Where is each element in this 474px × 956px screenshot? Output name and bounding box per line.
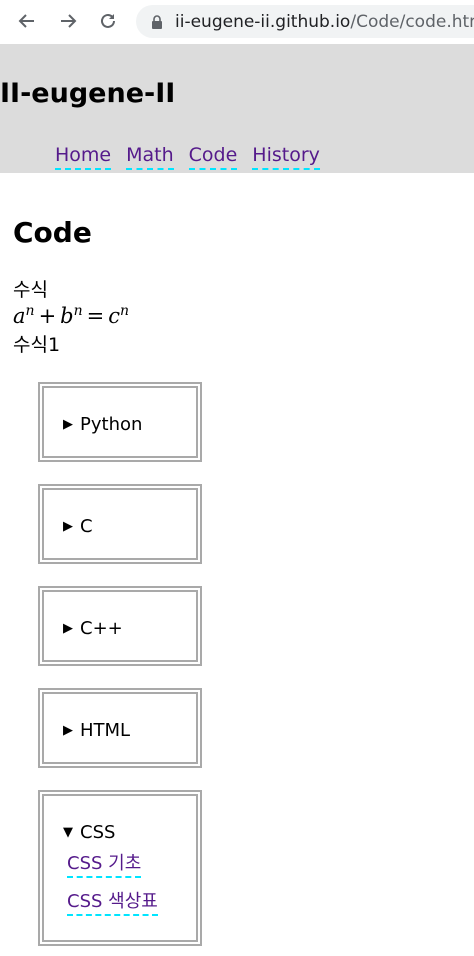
details-css: ▼ CSS CSS 기초 CSS 색상표 bbox=[38, 790, 202, 946]
url-host: ii-eugene-ii.github.io bbox=[175, 11, 351, 32]
summary-label: CSS bbox=[80, 822, 116, 843]
summary-label: C++ bbox=[80, 618, 123, 639]
triangle-right-icon: ▶ bbox=[63, 621, 73, 636]
url-text: ii-eugene-ii.github.io/Code/code.html bbox=[175, 12, 474, 32]
details-c: ▶ C bbox=[38, 484, 202, 564]
page-title: Code bbox=[13, 216, 92, 249]
nav-link-code[interactable]: Code bbox=[188, 142, 238, 170]
summary-label: HTML bbox=[80, 720, 131, 741]
triangle-down-icon: ▼ bbox=[63, 825, 73, 840]
triangle-right-icon: ▶ bbox=[63, 723, 73, 738]
browser-toolbar: ii-eugene-ii.github.io/Code/code.html bbox=[0, 0, 474, 44]
nav-link-history[interactable]: History bbox=[252, 142, 320, 170]
link-css-color-table[interactable]: CSS 색상표 bbox=[67, 890, 158, 916]
lock-icon bbox=[149, 14, 165, 30]
forward-arrow-icon[interactable] bbox=[55, 8, 81, 34]
site-header: II-eugene-II Home Math Code History bbox=[0, 44, 474, 173]
details-cpp: ▶ C++ bbox=[38, 586, 202, 666]
reload-icon[interactable] bbox=[95, 8, 121, 34]
summary-c[interactable]: ▶ C bbox=[63, 515, 93, 539]
formula1-label: 수식1 bbox=[13, 334, 61, 356]
summary-python[interactable]: ▶ Python bbox=[63, 413, 142, 437]
nav-link-math[interactable]: Math bbox=[126, 142, 174, 170]
summary-label: C bbox=[80, 516, 93, 537]
summary-css[interactable]: ▼ CSS bbox=[63, 821, 115, 845]
link-css-basics[interactable]: CSS 기초 bbox=[67, 852, 142, 878]
site-title: II-eugene-II bbox=[0, 78, 176, 109]
back-arrow-icon[interactable] bbox=[14, 8, 40, 34]
triangle-right-icon: ▶ bbox=[63, 417, 73, 432]
details-python: ▶ Python bbox=[38, 382, 202, 462]
summary-label: Python bbox=[80, 414, 143, 435]
nav-link-home[interactable]: Home bbox=[55, 142, 112, 170]
formula-label: 수식 bbox=[13, 279, 48, 301]
summary-cpp[interactable]: ▶ C++ bbox=[63, 617, 123, 641]
address-bar[interactable]: ii-eugene-ii.github.io/Code/code.html bbox=[136, 5, 474, 38]
triangle-right-icon: ▶ bbox=[63, 519, 73, 534]
summary-html[interactable]: ▶ HTML bbox=[63, 719, 130, 743]
math-formula: an + bn = cn bbox=[13, 303, 130, 328]
details-html: ▶ HTML bbox=[38, 688, 202, 768]
url-path: /Code/code.html bbox=[350, 11, 474, 32]
site-nav: Home Math Code History bbox=[55, 142, 335, 170]
